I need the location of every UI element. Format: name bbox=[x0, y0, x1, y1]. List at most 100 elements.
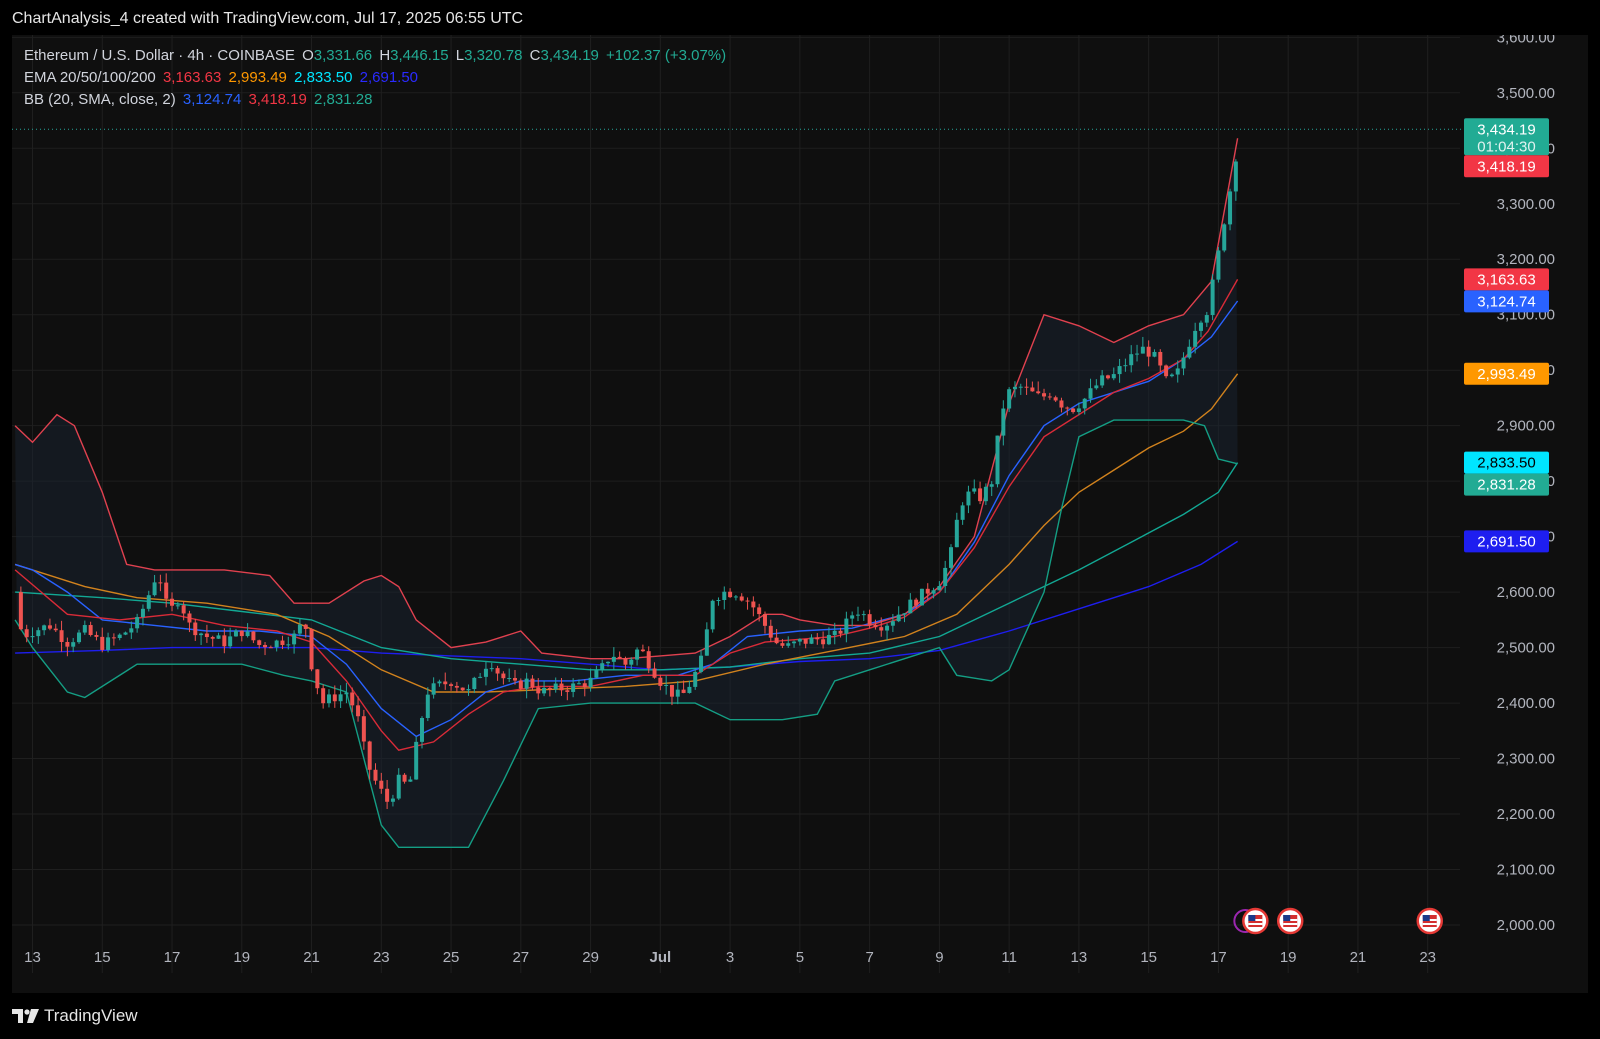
candle-body bbox=[175, 605, 180, 607]
candle-body bbox=[1082, 398, 1087, 409]
candle-body bbox=[1123, 365, 1128, 367]
candle-body bbox=[483, 668, 488, 677]
candle-body bbox=[164, 582, 169, 599]
candle-body bbox=[768, 625, 773, 638]
candle-body bbox=[733, 596, 738, 598]
legend-ema-label[interactable]: EMA 20/50/100/200 bbox=[24, 69, 156, 86]
candle-body bbox=[106, 637, 111, 650]
candle-body bbox=[1030, 387, 1035, 392]
candle-body bbox=[146, 595, 151, 609]
legend-ema-row[interactable]: EMA 20/50/100/200 3,163.63 2,993.49 2,83… bbox=[24, 67, 729, 89]
x-axis-tick-label: 23 bbox=[373, 949, 390, 966]
flag-stripe bbox=[1248, 923, 1263, 925]
candle-body bbox=[861, 614, 866, 616]
footer-brand-label: TradingView bbox=[44, 1006, 138, 1025]
legend-symbol[interactable]: Ethereum / U.S. Dollar · 4h · COINBASE bbox=[24, 47, 295, 64]
candle-body bbox=[949, 547, 954, 568]
candle-body bbox=[1129, 354, 1134, 366]
candle-body bbox=[588, 677, 593, 688]
candle-body bbox=[623, 658, 628, 665]
y-axis-tick-label: 2,600.00 bbox=[1497, 584, 1555, 601]
candle-body bbox=[565, 690, 570, 692]
candle-body bbox=[402, 774, 407, 782]
economic-event-flag-icon[interactable] bbox=[1233, 907, 1269, 935]
price-chart[interactable]: 2,000.00 2,100.00 2,200.00 2,300.00 2,400.00… bbox=[12, 35, 1588, 993]
legend-bb-label[interactable]: BB (20, SMA, close, 2) bbox=[24, 91, 176, 108]
candle-body bbox=[466, 689, 471, 691]
y-axis-tick-label: 3,300.00 bbox=[1497, 196, 1555, 213]
y-axis-tick-label: 3,500.00 bbox=[1497, 85, 1555, 102]
chart-window: ChartAnalysis_4 created with TradingView… bbox=[0, 0, 1600, 1039]
y-axis-tick-label: 2,300.00 bbox=[1497, 751, 1555, 768]
legend-bb-row[interactable]: BB (20, SMA, close, 2) 3,124.74 3,418.19… bbox=[24, 89, 729, 111]
candle-body bbox=[233, 630, 238, 637]
price-tag-label: 3,434.19 bbox=[1477, 121, 1535, 138]
y-axis-tick-label: 2,900.00 bbox=[1497, 418, 1555, 435]
candle-body bbox=[867, 614, 872, 625]
x-axis-tick-label: 29 bbox=[582, 949, 599, 966]
candle-body bbox=[47, 625, 52, 629]
candle-body bbox=[1181, 357, 1186, 369]
x-axis-tick-label: 21 bbox=[1350, 949, 1367, 966]
chart-area[interactable]: 2,000.00 2,100.00 2,200.00 2,300.00 2,400.00… bbox=[12, 35, 1588, 993]
candle-body bbox=[960, 505, 965, 520]
candle-body bbox=[181, 605, 186, 614]
candle-body bbox=[326, 694, 331, 704]
candle-body bbox=[542, 687, 547, 694]
economic-event-flag-icon[interactable] bbox=[1416, 907, 1443, 935]
candle-body bbox=[42, 625, 47, 631]
legend-high: 3,446.15 bbox=[390, 47, 449, 64]
candle-body bbox=[1059, 400, 1064, 408]
candle-body bbox=[518, 680, 523, 689]
candle-body bbox=[1198, 322, 1203, 331]
y-axis-tick-label: 2,100.00 bbox=[1497, 862, 1555, 879]
candle-body bbox=[437, 681, 442, 684]
legend-ema100: 2,833.50 bbox=[294, 69, 353, 86]
candle-body bbox=[100, 636, 105, 650]
candle-body bbox=[1065, 407, 1070, 409]
x-axis-tick-label: 23 bbox=[1419, 949, 1436, 966]
candle-body bbox=[989, 484, 994, 487]
candle-body bbox=[1222, 224, 1227, 251]
legend-high-label: H bbox=[379, 47, 391, 64]
candle-body bbox=[1018, 386, 1023, 388]
candle-body bbox=[321, 688, 326, 704]
candle-body bbox=[687, 686, 692, 693]
candle-body bbox=[1012, 386, 1017, 390]
flag-stripe bbox=[1422, 923, 1437, 925]
candle-body bbox=[82, 625, 87, 633]
legend-low: 3,320.78 bbox=[464, 47, 523, 64]
candle-body bbox=[263, 644, 268, 648]
candle-body bbox=[274, 640, 279, 648]
candle-body bbox=[71, 642, 76, 647]
candle-body bbox=[1001, 408, 1006, 436]
legend-low-label: L bbox=[455, 47, 465, 64]
candle-body bbox=[576, 683, 581, 685]
candle-body bbox=[1053, 397, 1058, 401]
candle-body bbox=[995, 435, 1000, 485]
candle-body bbox=[1146, 346, 1151, 357]
candle-body bbox=[954, 519, 959, 548]
candle-body bbox=[704, 629, 709, 656]
candle-body bbox=[762, 614, 767, 626]
candle-body bbox=[210, 637, 215, 639]
candle-body bbox=[332, 694, 337, 702]
x-axis-tick-label: 17 bbox=[1210, 949, 1227, 966]
price-tag-label: 2,831.28 bbox=[1477, 477, 1535, 494]
candle-body bbox=[879, 627, 884, 631]
candle-body bbox=[1088, 388, 1093, 399]
candle-body bbox=[280, 640, 285, 645]
candle-body bbox=[606, 661, 611, 664]
candle-body bbox=[681, 689, 686, 693]
candle-body bbox=[373, 769, 378, 781]
price-tag-label: 3,418.19 bbox=[1477, 158, 1535, 175]
economic-event-flag-icon[interactable] bbox=[1276, 907, 1304, 935]
candle-body bbox=[937, 585, 942, 591]
candle-body bbox=[524, 678, 529, 689]
legend-bb-lower: 2,831.28 bbox=[314, 91, 373, 108]
candle-body bbox=[216, 635, 221, 639]
candle-body bbox=[896, 614, 901, 622]
candle-body bbox=[123, 632, 128, 635]
tradingview-logo[interactable]: TradingView bbox=[12, 1006, 138, 1026]
candle-body bbox=[838, 630, 843, 634]
